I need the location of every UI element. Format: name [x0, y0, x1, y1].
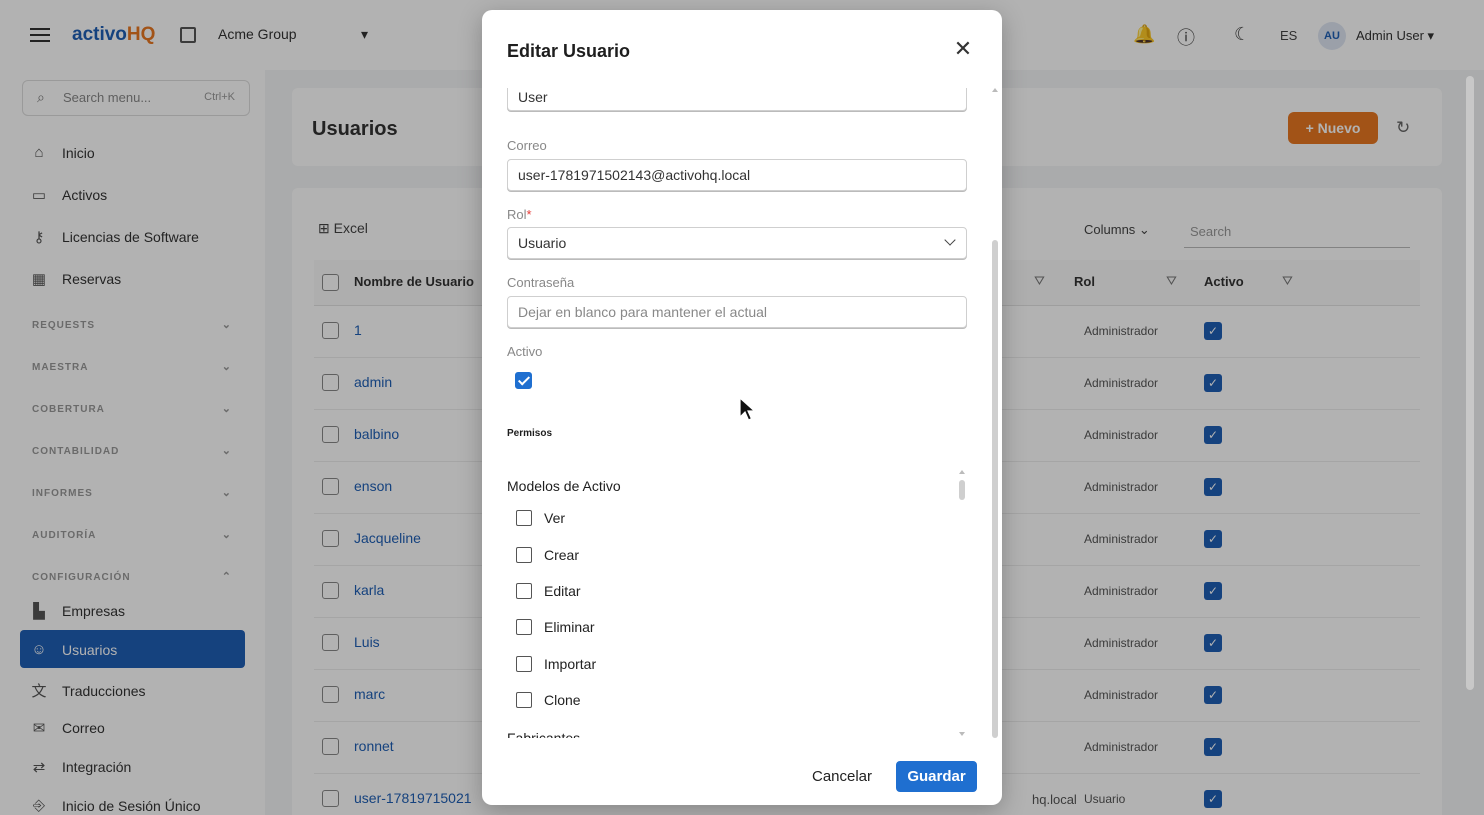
active-label: Activo — [507, 344, 543, 359]
role-select[interactable]: Usuario — [507, 227, 967, 259]
permission-item[interactable]: Ver — [516, 510, 565, 526]
active-checkbox[interactable] — [515, 372, 532, 389]
permission-checkbox[interactable] — [516, 692, 532, 708]
permission-checkbox[interactable] — [516, 583, 532, 599]
permissions-list: Modelos de Activo Ver Crear Editar Elimi… — [507, 468, 967, 738]
scroll-down-icon[interactable] — [959, 732, 965, 736]
permission-checkbox[interactable] — [516, 510, 532, 526]
scroll-thumb[interactable] — [959, 480, 965, 500]
dialog-scrollbar[interactable] — [990, 88, 1000, 746]
role-label: Rol* — [507, 207, 532, 222]
cancel-button[interactable]: Cancelar — [800, 762, 884, 792]
permission-checkbox[interactable] — [516, 656, 532, 672]
permission-checkbox[interactable] — [516, 547, 532, 563]
chevron-down-icon — [944, 234, 956, 246]
scroll-up-icon[interactable] — [959, 470, 965, 474]
permissions-scrollbar[interactable] — [958, 468, 966, 738]
permission-item[interactable]: Clone — [516, 692, 581, 708]
permission-group-title: Modelos de Activo — [507, 478, 621, 494]
save-button[interactable]: Guardar — [896, 761, 977, 792]
email-label: Correo — [507, 138, 547, 153]
scroll-thumb[interactable] — [992, 240, 998, 738]
page-scrollbar[interactable] — [1466, 76, 1474, 690]
dialog-title: Editar Usuario — [507, 41, 631, 61]
permission-item[interactable]: Crear — [516, 547, 579, 563]
scroll-up-icon[interactable] — [992, 88, 998, 92]
permission-item[interactable]: Eliminar — [516, 619, 595, 635]
close-icon[interactable]: ✕ — [952, 38, 974, 61]
password-label: Contraseña — [507, 275, 575, 290]
permissions-heading: Permisos — [507, 428, 553, 439]
permission-group-title: Fabricantes — [507, 730, 581, 738]
email-field[interactable]: user-1781971502143@activohq.local — [507, 159, 967, 191]
name-field[interactable]: User — [507, 88, 967, 111]
permission-item[interactable]: Importar — [516, 656, 596, 672]
mouse-cursor-icon — [739, 397, 757, 421]
permission-item[interactable]: Editar — [516, 583, 581, 599]
password-field[interactable]: Dejar en blanco para mantener el actual — [507, 296, 967, 328]
permission-checkbox[interactable] — [516, 619, 532, 635]
